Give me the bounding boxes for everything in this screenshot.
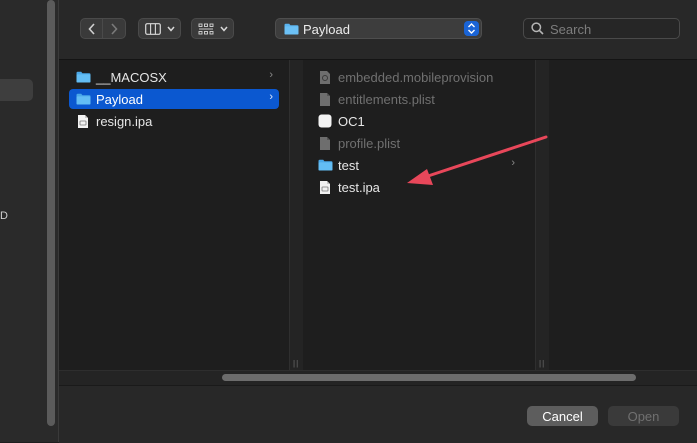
provision-file-icon xyxy=(317,69,333,85)
list-item-entitlements-plist[interactable]: entitlements.plist xyxy=(317,89,527,109)
navigation-buttons xyxy=(80,18,127,39)
folder-icon xyxy=(75,91,91,107)
folder-icon xyxy=(317,157,333,173)
search-icon xyxy=(531,22,544,35)
open-file-dialog: Payload Search __MACOSX › Payload › resi… xyxy=(59,0,697,443)
browser-column-2: embedded.mobileprovision entitlements.pl… xyxy=(303,60,535,370)
open-button[interactable]: Open xyxy=(608,406,679,426)
list-item-profile-plist[interactable]: profile.plist xyxy=(317,133,527,153)
list-item-test[interactable]: test › xyxy=(317,155,521,175)
list-item-label: resign.ipa xyxy=(96,113,153,129)
up-down-arrows-icon xyxy=(464,21,479,36)
scrollbar-thumb[interactable] xyxy=(222,374,636,381)
chevron-left-icon xyxy=(87,22,95,35)
folder-icon xyxy=(75,69,91,85)
list-item-label: embedded.mobileprovision xyxy=(338,69,494,85)
chevron-right-icon xyxy=(111,22,118,35)
browser-column-1: __MACOSX › Payload › resign.ipa xyxy=(59,60,289,370)
column-resize-handle[interactable]: || xyxy=(536,60,549,370)
forward-button[interactable] xyxy=(103,18,126,39)
document-icon xyxy=(75,113,91,129)
folder-icon xyxy=(284,23,299,35)
list-item-label: profile.plist xyxy=(338,135,401,151)
chevron-right-icon: › xyxy=(511,157,515,169)
cancel-button[interactable]: Cancel xyxy=(527,406,598,426)
chevron-down-icon xyxy=(219,26,228,32)
toolbar: Payload Search xyxy=(59,0,697,60)
list-item-label: entitlements.plist xyxy=(338,91,435,107)
back-button[interactable] xyxy=(80,18,103,39)
search-placeholder: Search xyxy=(550,22,592,37)
background-scrollbar[interactable] xyxy=(47,0,55,426)
list-item-embedded-mobileprovision[interactable]: embedded.mobileprovision xyxy=(317,67,527,87)
dialog-footer: Cancel Open xyxy=(59,385,697,443)
list-item-label: test xyxy=(338,157,359,173)
chevron-right-icon: › xyxy=(269,91,273,103)
search-input[interactable]: Search xyxy=(523,18,680,39)
group-by-button[interactable] xyxy=(191,18,234,39)
grid-group-icon xyxy=(198,23,213,34)
executable-icon xyxy=(317,113,333,129)
background-sidebar-text: D xyxy=(0,210,8,222)
chevron-right-icon: › xyxy=(269,69,273,81)
list-item-test-ipa[interactable]: test.ipa xyxy=(317,177,527,197)
location-popup[interactable]: Payload xyxy=(275,18,482,39)
browser-column-3 xyxy=(549,60,697,370)
document-icon xyxy=(317,179,333,195)
list-item-resign-ipa[interactable]: resign.ipa xyxy=(69,111,279,131)
list-item-macosx[interactable]: __MACOSX › xyxy=(69,67,279,87)
list-item-label: test.ipa xyxy=(338,179,380,195)
list-item-payload[interactable]: Payload › xyxy=(69,89,279,109)
list-item-oc1[interactable]: OC1 xyxy=(317,111,527,131)
columns-view-icon xyxy=(144,22,161,35)
list-item-label: OC1 xyxy=(338,113,365,129)
list-item-label: __MACOSX xyxy=(96,69,167,85)
document-icon xyxy=(317,135,333,151)
chevron-down-icon xyxy=(166,26,175,32)
background-sidebar: D xyxy=(0,0,59,442)
list-item-label: Payload xyxy=(96,91,143,107)
document-icon xyxy=(317,91,333,107)
background-sidebar-selection xyxy=(0,79,33,101)
column-resize-handle[interactable]: || xyxy=(290,60,303,370)
horizontal-scrollbar[interactable] xyxy=(59,370,697,385)
view-mode-button[interactable] xyxy=(138,18,181,39)
location-label: Payload xyxy=(303,22,350,37)
